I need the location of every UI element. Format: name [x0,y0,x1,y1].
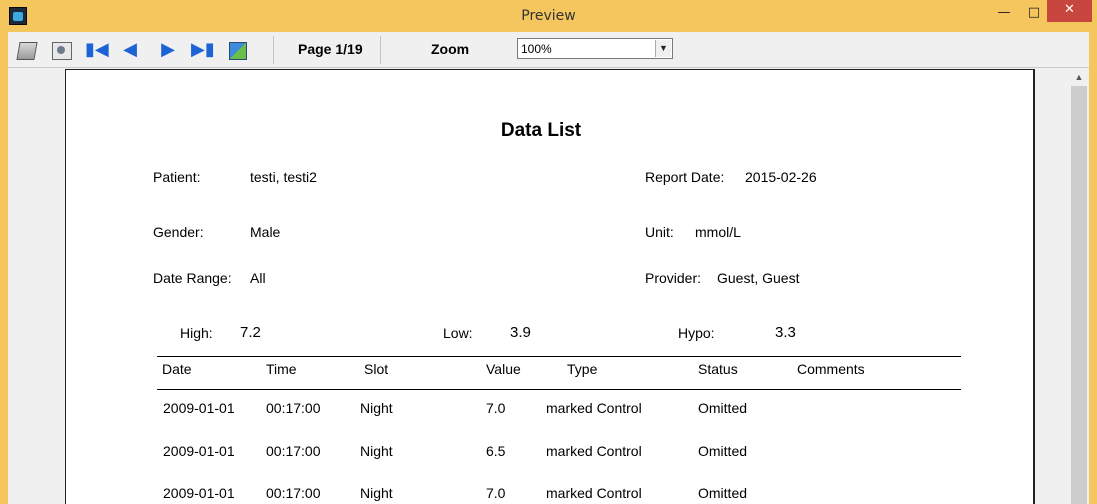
report-page: Data List Patient: testi, testi2 Report … [65,69,1035,504]
vertical-scrollbar[interactable]: ▲ [1069,68,1089,504]
cell-slot: Night [360,443,393,459]
maximize-button[interactable]: □ [1020,3,1048,25]
cell-slot: Night [360,400,393,416]
hypo-label: Hypo: [678,325,715,341]
patient-value: testi, testi2 [250,169,317,185]
preview-window: Preview — □ ✕ ▮◀ ◀ ▶ ▶▮ Page 1/19 Zoom 1… [0,0,1097,504]
first-page-icon[interactable]: ▮◀ [85,40,109,60]
low-label: Low: [443,325,473,341]
print-icon[interactable] [16,40,38,60]
next-page-icon[interactable]: ▶ [157,40,179,60]
cell-slot: Night [360,485,393,501]
page-indicator: Page 1/19 [298,41,363,57]
cell-type: marked Control [546,443,642,459]
cell-value: 7.0 [486,400,506,416]
header-type: Type [567,361,598,377]
date-range-label: Date Range: [153,270,232,286]
cell-time: 00:17:00 [266,443,321,459]
last-page-icon[interactable]: ▶▮ [191,40,215,60]
cell-time: 00:17:00 [266,400,321,416]
low-value: 3.9 [510,324,531,341]
cell-time: 00:17:00 [266,485,321,501]
gender-value: Male [250,224,281,240]
cell-status: Omitted [698,400,748,416]
close-button[interactable]: ✕ [1047,0,1092,22]
page-setup-icon[interactable] [50,40,72,60]
header-time: Time [266,361,297,377]
scroll-up-icon[interactable]: ▲ [1069,70,1089,84]
report-date-label: Report Date: [645,169,725,185]
hypo-value: 3.3 [775,324,796,341]
table-top-rule [157,356,961,357]
cell-date: 2009-01-01 [163,400,235,416]
table-header-rule [157,389,961,390]
chevron-down-icon[interactable]: ▼ [655,40,671,57]
header-date: Date [162,361,192,377]
preview-viewport[interactable]: Data List Patient: testi, testi2 Report … [8,68,1089,504]
cell-type: marked Control [546,485,642,501]
header-status: Status [698,361,738,377]
cell-status: Omitted [698,443,748,459]
high-label: High: [180,325,213,341]
cell-status: Omitted [698,485,748,501]
toolbar: ▮◀ ◀ ▶ ▶▮ Page 1/19 Zoom 100% ▼ [8,32,1089,68]
title-bar[interactable]: Preview — □ ✕ [0,0,1097,32]
previous-page-icon[interactable]: ◀ [119,40,141,60]
header-slot: Slot [364,361,389,377]
zoom-label: Zoom [431,41,470,57]
provider-value: Guest, Guest [717,270,800,286]
scroll-thumb[interactable] [1071,86,1087,504]
header-comments: Comments [797,361,865,377]
export-icon[interactable] [226,40,248,60]
cell-date: 2009-01-01 [163,485,235,501]
report-title: Data List [500,120,582,141]
cell-value: 7.0 [486,485,506,501]
high-value: 7.2 [240,324,261,341]
zoom-select[interactable]: 100% ▼ [517,38,673,59]
toolbar-separator [380,36,381,64]
gender-label: Gender: [153,224,204,240]
toolbar-separator [273,36,274,64]
unit-label: Unit: [645,224,674,240]
cell-value: 6.5 [486,443,506,459]
minimize-button[interactable]: — [990,3,1018,25]
cell-type: marked Control [546,400,642,416]
cell-date: 2009-01-01 [163,443,235,459]
window-title: Preview [521,8,576,24]
unit-value: mmol/L [695,224,741,240]
report-date-value: 2015-02-26 [745,169,817,185]
date-range-value: All [250,270,266,286]
header-value: Value [486,361,521,377]
zoom-value: 100% [521,42,552,56]
provider-label: Provider: [645,270,702,286]
patient-label: Patient: [153,169,201,185]
